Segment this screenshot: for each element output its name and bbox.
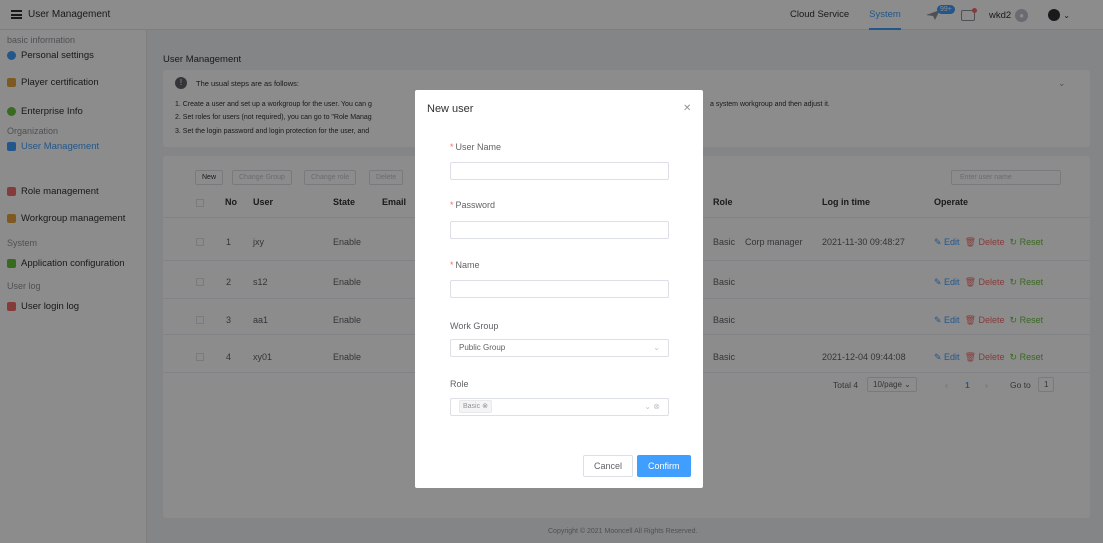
role-select[interactable]: Basic ⊗ ⌄ ⊗	[450, 398, 669, 416]
name-label-text: Name	[455, 260, 480, 270]
chevron-down-icon: ⌄	[653, 343, 660, 352]
workgroup-select[interactable]: Public Group ⌄	[450, 339, 669, 357]
role-tag: Basic ⊗	[459, 400, 492, 414]
dialog-title: New user	[427, 103, 474, 115]
password-label: * Password	[450, 200, 496, 210]
close-icon[interactable]: ✕	[683, 103, 691, 114]
password-label-text: Password	[455, 200, 496, 210]
role-tag-text: Basic	[463, 403, 481, 411]
password-input[interactable]	[450, 221, 669, 239]
username-label: * User Name	[450, 142, 502, 152]
confirm-button[interactable]: Confirm	[637, 455, 691, 477]
name-label: * Name	[450, 260, 480, 270]
name-input[interactable]	[450, 280, 669, 298]
workgroup-label: Work Group	[450, 321, 499, 331]
chevron-down-icon: ⌄ ⊗	[644, 402, 660, 411]
username-label-text: User Name	[455, 142, 502, 152]
new-user-dialog: New user ✕ * User Name * Password * Name Wo…	[415, 90, 703, 488]
role-label: Role	[450, 379, 469, 389]
workgroup-value: Public Group	[459, 343, 506, 352]
cancel-button[interactable]: Cancel	[583, 455, 634, 477]
username-input[interactable]	[450, 162, 669, 180]
